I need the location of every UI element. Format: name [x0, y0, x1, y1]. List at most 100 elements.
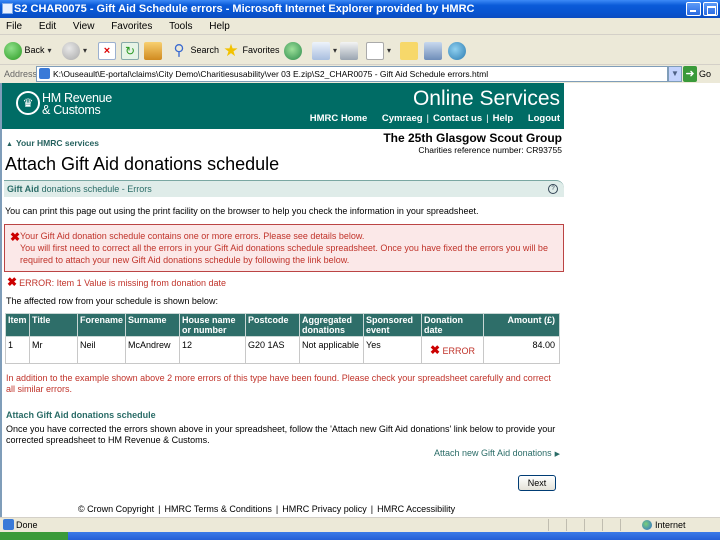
page-done-icon [3, 519, 14, 530]
col-title: Title [29, 313, 78, 337]
research-icon [424, 41, 442, 60]
start-button[interactable] [0, 532, 68, 540]
browser-window: S2 CHAR0075 - Gift Aid Schedule errors -… [0, 0, 720, 540]
search-button[interactable]: ⚲ Search [170, 40, 220, 60]
stop-button[interactable]: × [98, 40, 116, 60]
home-button[interactable] [144, 40, 162, 60]
attach-new-donations-link[interactable]: Attach new Gift Aid donations ▶ [434, 448, 560, 458]
logout-link[interactable]: Logout [528, 113, 560, 124]
contact-us-link[interactable]: Contact us [433, 113, 482, 124]
menu-file[interactable]: File [6, 18, 22, 35]
address-dropdown-icon[interactable]: ▼ [668, 66, 682, 82]
help-link[interactable]: Help [493, 113, 514, 124]
next-button[interactable]: Next [518, 475, 556, 491]
error-x-icon: ✖ [10, 230, 21, 244]
print-note: You can print this page out using the pr… [5, 206, 479, 216]
hmrc-home-link[interactable]: HMRC Home [310, 113, 368, 124]
page-title: Attach Gift Aid donations schedule [5, 154, 280, 174]
stop-icon: × [98, 41, 116, 60]
address-label: Address [4, 69, 38, 79]
menu-edit[interactable]: Edit [39, 18, 56, 35]
crown-crest-icon: ♛ [16, 91, 40, 115]
error-x-icon: ✖ [7, 275, 18, 289]
menu-bar: File Edit View Favorites Tools Help [0, 18, 720, 35]
address-input[interactable]: K:\Ouseault\E-portal\claims\City Demo\Ch… [36, 66, 668, 82]
error-summary: ✖ Your Gift Aid donation schedule contai… [4, 224, 564, 272]
section-header: Gift Aid donations schedule - Errors ? [4, 180, 564, 197]
status-divider [584, 519, 585, 531]
col-surname: Surname [125, 313, 181, 337]
item-error-message: ✖ ERROR: Item 1 Value is missing from don… [7, 275, 226, 289]
minimize-button[interactable] [686, 2, 701, 16]
col-forename: Forename [76, 313, 127, 337]
help-icon[interactable]: ? [548, 184, 558, 194]
forward-arrow-icon [62, 41, 80, 60]
history-button[interactable] [284, 40, 302, 60]
col-sponsored: Sponsored event [363, 313, 423, 337]
windows-taskbar [0, 532, 720, 540]
cell-aggregated: Not applicable [299, 336, 365, 364]
header-links: HMRC Home Cymraeg | Contact us | Help Logout [309, 113, 560, 124]
cymraeg-link[interactable]: Cymraeg [382, 113, 423, 124]
history-icon [284, 41, 302, 60]
menu-tools[interactable]: Tools [169, 18, 192, 35]
charity-reference: Charities reference number: CR93755 [418, 145, 562, 155]
edit-document-icon [366, 41, 384, 60]
status-divider [566, 519, 567, 531]
menu-view[interactable]: View [73, 18, 95, 35]
internet-globe-icon [642, 520, 652, 530]
cell-postcode: G20 1AS [245, 336, 301, 364]
search-icon: ⚲ [173, 41, 185, 59]
col-aggregated: Aggregated donations [299, 313, 365, 337]
cell-donation-date: ✖ ERROR [421, 336, 485, 364]
notes-button[interactable] [400, 40, 418, 60]
cell-sponsored: Yes [363, 336, 423, 364]
cell-amount: 84.00 [483, 336, 560, 364]
edit-dropdown-icon[interactable]: ▾ [387, 46, 391, 55]
home-icon [144, 41, 162, 60]
privacy-link[interactable]: HMRC Privacy policy [282, 504, 367, 514]
crown-copyright-link[interactable]: © Crown Copyright [78, 504, 154, 514]
cell-item: 1 [5, 336, 30, 364]
your-hmrc-services-link[interactable]: ▲ Your HMRC services [6, 138, 99, 148]
online-services-title: Online Services [412, 87, 560, 110]
menu-favorites[interactable]: Favorites [111, 18, 152, 35]
print-button[interactable] [340, 40, 358, 60]
schedule-table: Item Title Forename Surname House name o… [5, 313, 560, 364]
messenger-icon [448, 41, 466, 60]
research-button[interactable] [424, 40, 442, 60]
refresh-icon: ↻ [121, 41, 139, 60]
organisation-name: The 25th Glasgow Scout Group [383, 131, 562, 145]
refresh-button[interactable]: ↻ [121, 40, 139, 60]
back-dropdown-icon[interactable]: ▾ [48, 46, 52, 55]
attach-heading: Attach Gift Aid donations schedule [6, 410, 156, 420]
go-button[interactable]: Go [699, 65, 711, 83]
address-bar: Address K:\Ouseault\E-portal\claims\City… [0, 65, 720, 83]
back-button[interactable]: Back ▾ [4, 40, 52, 60]
browser-toolbar: Back ▾ ▾ × ↻ ⚲ Search ★ Favorites ▾ ▾ [0, 35, 720, 65]
favorites-button[interactable]: ★ Favorites [222, 40, 279, 60]
status-bar: Done Internet [0, 517, 720, 532]
printer-icon [340, 41, 358, 60]
security-zone: Internet [655, 520, 686, 530]
col-amount: Amount (£) [483, 313, 560, 337]
window-title: S2 CHAR0075 - Gift Aid Schedule errors -… [14, 3, 475, 15]
go-arrow-icon[interactable]: ➜ [683, 66, 697, 82]
forward-dropdown-icon[interactable]: ▾ [83, 46, 87, 55]
edit-button[interactable]: ▾ [366, 40, 391, 60]
accessibility-link[interactable]: HMRC Accessibility [377, 504, 455, 514]
col-item: Item [5, 313, 30, 337]
menu-help[interactable]: Help [209, 18, 230, 35]
mail-button[interactable]: ▾ [312, 40, 337, 60]
triangle-up-icon: ▲ [6, 141, 13, 148]
hmrc-logo[interactable]: HM Revenue & Customs [42, 92, 112, 117]
mail-dropdown-icon[interactable]: ▾ [333, 46, 337, 55]
page-viewport: ♛ HM Revenue & Customs Online Services H… [0, 83, 720, 517]
footer: © Crown Copyright | HMRC Terms & Condition… [78, 504, 456, 514]
terms-link[interactable]: HMRC Terms & Conditions [165, 504, 272, 514]
restore-button[interactable] [703, 2, 718, 16]
forward-button[interactable]: ▾ [62, 40, 87, 60]
hmrc-header: ♛ HM Revenue & Customs Online Services H… [2, 83, 564, 129]
messenger-button[interactable] [448, 40, 466, 60]
col-house: House name or number [179, 313, 247, 337]
